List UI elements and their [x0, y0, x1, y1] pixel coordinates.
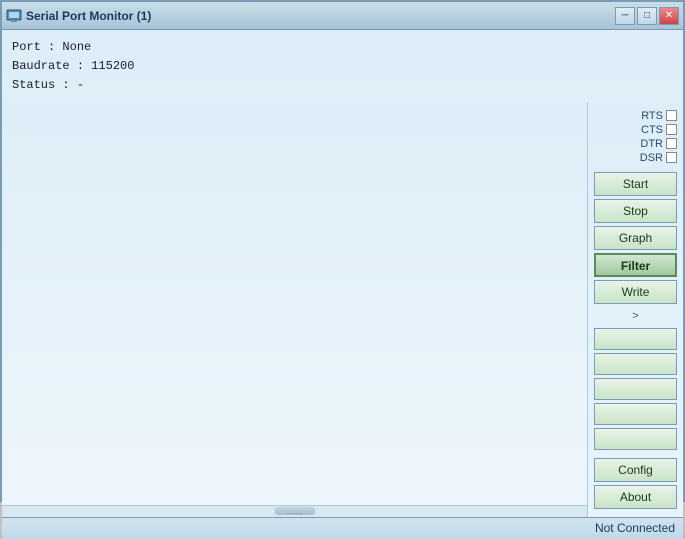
monitor-area: ....... — [2, 102, 588, 517]
main-body: ....... RTS CTS — [2, 102, 683, 517]
port-separator: : — [48, 40, 62, 54]
title-bar-left: Serial Port Monitor (1) — [6, 8, 151, 24]
baudrate-label: Baudrate — [12, 59, 70, 73]
baudrate-info: Baudrate : 115200 — [12, 57, 673, 76]
status-info: Status : - — [12, 76, 673, 95]
config-button[interactable]: Config — [594, 458, 677, 482]
rts-checkbox[interactable] — [666, 110, 677, 121]
bottom-buttons: Config About — [594, 458, 677, 509]
graph-button[interactable]: Graph — [594, 226, 677, 250]
horizontal-scrollbar[interactable]: ....... — [2, 505, 587, 517]
cts-row: CTS — [594, 124, 677, 136]
status-value: - — [77, 78, 84, 92]
about-button[interactable]: About — [594, 485, 677, 509]
connection-status: Not Connected — [595, 521, 675, 535]
extra-btn-1[interactable] — [594, 328, 677, 350]
title-bar: Serial Port Monitor (1) ─ □ ✕ — [2, 2, 683, 30]
extra-btn-4[interactable] — [594, 403, 677, 425]
dtr-label: DTR — [640, 138, 663, 150]
maximize-button[interactable]: □ — [637, 7, 657, 25]
status-separator: : — [62, 78, 76, 92]
cts-checkbox[interactable] — [666, 124, 677, 135]
port-label: Port — [12, 40, 41, 54]
scrollbar-thumb[interactable]: ....... — [275, 507, 315, 515]
filter-button[interactable]: Filter — [594, 253, 677, 277]
stop-button[interactable]: Stop — [594, 199, 677, 223]
close-button[interactable]: ✕ — [659, 7, 679, 25]
baudrate-value: 115200 — [91, 59, 134, 73]
scroll-indicator: ....... — [275, 507, 315, 516]
main-window: Serial Port Monitor (1) ─ □ ✕ Port : Non… — [0, 0, 685, 502]
rts-label: RTS — [641, 110, 663, 122]
arrow-indicator: > — [594, 308, 677, 324]
dtr-row: DTR — [594, 138, 677, 150]
write-button[interactable]: Write — [594, 280, 677, 304]
cts-label: CTS — [641, 124, 663, 136]
extra-btn-3[interactable] — [594, 378, 677, 400]
dsr-label: DSR — [640, 152, 663, 164]
status-bar: Not Connected — [2, 517, 683, 539]
rts-row: RTS — [594, 110, 677, 122]
minimize-button[interactable]: ─ — [615, 7, 635, 25]
dsr-row: DSR — [594, 152, 677, 164]
arrow-icon: > — [632, 310, 638, 322]
app-icon — [6, 8, 22, 24]
status-label: Status — [12, 78, 55, 92]
info-panel: Port : None Baudrate : 115200 Status : - — [2, 30, 683, 102]
window-title: Serial Port Monitor (1) — [26, 9, 151, 23]
extra-btn-2[interactable] — [594, 353, 677, 375]
port-value: None — [62, 40, 91, 54]
extra-btn-5[interactable] — [594, 428, 677, 450]
action-buttons: Start Stop Graph Filter Write — [594, 172, 677, 304]
title-buttons: ─ □ ✕ — [615, 7, 679, 25]
extra-buttons — [594, 328, 677, 450]
right-panel: RTS CTS DTR DSR — [588, 102, 683, 517]
dsr-checkbox[interactable] — [666, 152, 677, 163]
baudrate-separator: : — [77, 59, 91, 73]
signal-section: RTS CTS DTR DSR — [594, 110, 677, 164]
dtr-checkbox[interactable] — [666, 138, 677, 149]
port-info: Port : None — [12, 38, 673, 57]
content-area: Port : None Baudrate : 115200 Status : - — [2, 30, 683, 517]
start-button[interactable]: Start — [594, 172, 677, 196]
